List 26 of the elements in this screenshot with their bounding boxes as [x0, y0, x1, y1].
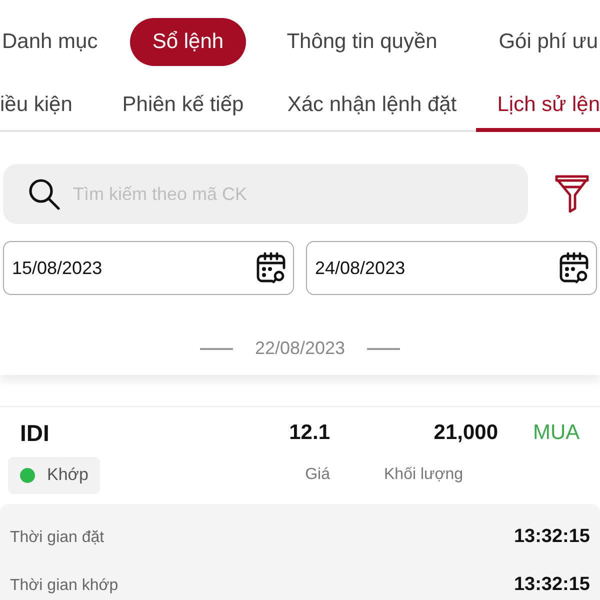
category-tab[interactable]: Danh mục [0, 18, 122, 66]
category-tab[interactable]: Thông tin quyền [262, 18, 462, 66]
price-value: 12.1 [289, 420, 330, 446]
volume-value: 21,000 [434, 420, 498, 446]
calendar-search-icon[interactable] [255, 252, 287, 284]
search-icon [28, 178, 60, 210]
price-label: Giá [305, 465, 330, 485]
detail-label: Thời gian đặt [10, 528, 104, 548]
volume-label: Khối lượng [384, 465, 464, 485]
order-tab[interactable]: Phiên kế tiếp [108, 82, 258, 132]
detail-value: 13:32:15 [514, 573, 590, 598]
order-tab[interactable]: Lịch sử lện [476, 82, 600, 132]
order-tab[interactable]: Xác nhận lệnh đặt [270, 82, 474, 132]
stock-symbol: IDI [20, 418, 50, 447]
date-group-label: 22/08/2023 [254, 337, 346, 360]
filter-icon[interactable] [555, 175, 589, 213]
date-field[interactable]: 15/08/2023 [3, 241, 294, 295]
category-tab[interactable]: Gói phí ưu [476, 18, 600, 66]
category-tab[interactable]: Sổ lệnh [130, 18, 246, 66]
detail-value: 13:32:15 [514, 525, 590, 550]
calendar-search-icon[interactable] [558, 252, 590, 284]
status-label: Khớp [47, 464, 88, 486]
order-side: MUA [533, 420, 580, 446]
order-tab[interactable]: iều kiện [0, 82, 96, 132]
date-field[interactable]: 24/08/2023 [306, 241, 597, 295]
detail-label: Thời gian khớp [10, 576, 118, 596]
